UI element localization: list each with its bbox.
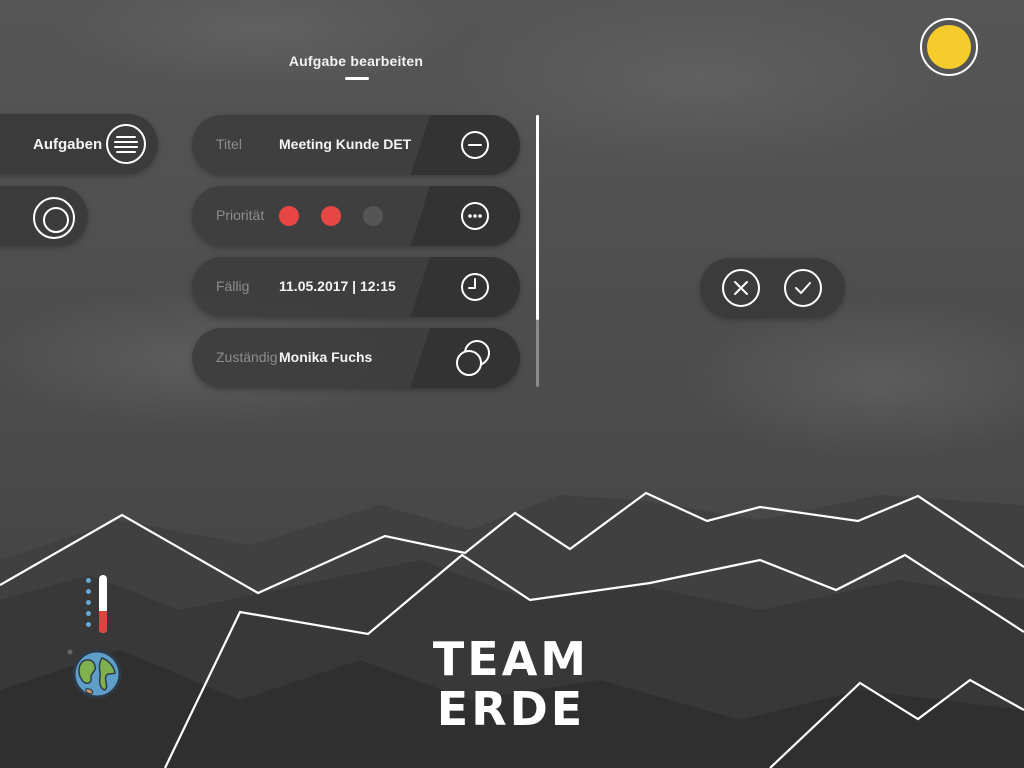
sidebar-item-label: Aufgaben [33,136,103,153]
priority-dot[interactable] [363,206,383,226]
clock-icon[interactable] [460,272,490,302]
priority-dot[interactable] [321,206,341,226]
assignee-row[interactable]: Zuständig Monika Fuchs [192,328,520,388]
more-circle-icon[interactable] [460,201,490,231]
check-icon[interactable] [783,268,823,308]
assignee-value[interactable]: Monika Fuchs [279,349,372,365]
scrollbar-thumb[interactable] [536,115,539,320]
scrollbar[interactable] [536,115,539,387]
thermometer-dot [86,600,91,605]
target-icon[interactable] [33,197,75,239]
priority-row[interactable]: Priorität [192,186,520,246]
due-row[interactable]: Fällig 11.05.2017 | 12:15 [192,257,520,317]
thermometer-fill [99,610,107,633]
action-bar [700,258,845,318]
people-icon[interactable] [452,336,496,380]
thermometer-dot [86,578,91,583]
brand-line-1: TEAM [432,632,590,686]
title-row[interactable]: Titel Meeting Kunde DET [192,115,520,175]
brand-logo: TEAM ERDE [416,634,606,734]
minus-circle-icon[interactable] [460,130,490,160]
globe-icon[interactable] [64,644,124,704]
priority-dot[interactable] [279,206,299,226]
brand-line-2: ERDE [436,682,586,736]
list-icon[interactable] [106,124,146,164]
title-label: Titel [216,136,242,152]
due-label: Fällig [216,278,250,294]
thermometer-dot [86,622,91,627]
thermometer-dot [86,611,91,616]
title-underline [345,77,369,80]
sun-icon[interactable] [920,18,978,76]
due-value[interactable]: 11.05.2017 | 12:15 [279,278,396,294]
assignee-label: Zuständig [216,349,278,365]
title-value[interactable]: Meeting Kunde DET [279,136,411,152]
page-title: Aufgabe bearbeiten [288,53,424,69]
close-icon[interactable] [721,268,761,308]
thermometer-dot [86,589,91,594]
priority-label: Priorität [216,207,265,223]
thermometer-tube [99,575,107,633]
